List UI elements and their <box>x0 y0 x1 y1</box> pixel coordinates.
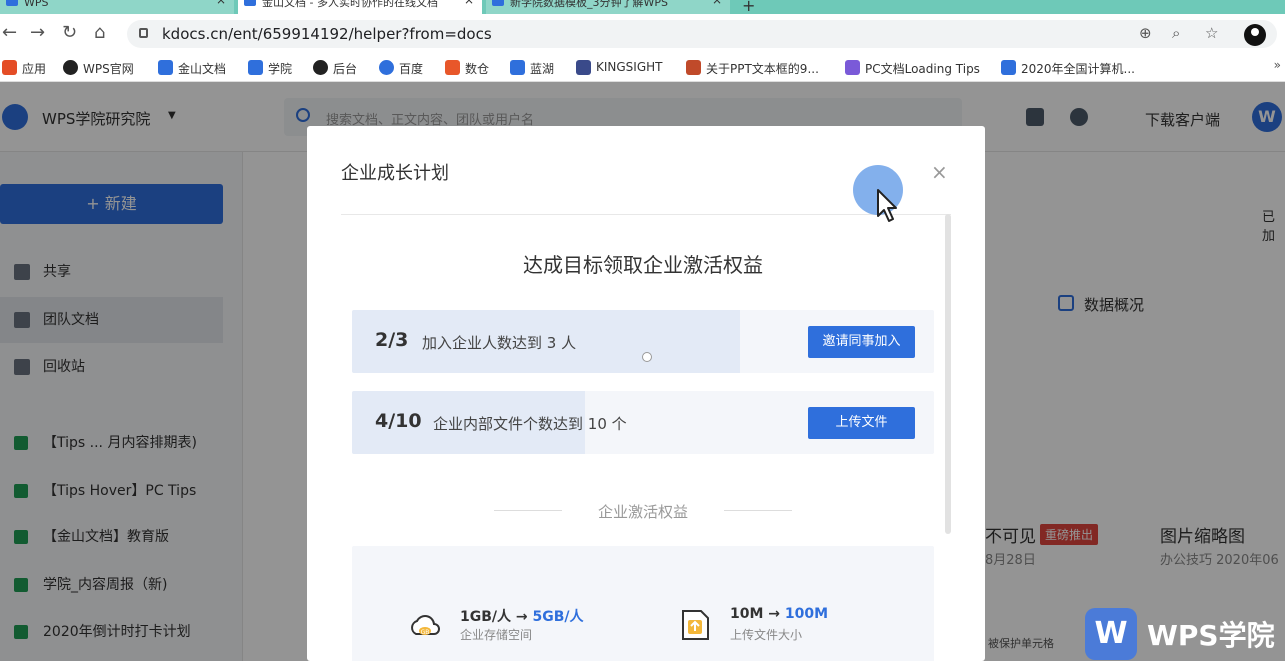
browser-tab[interactable]: 新学院数据模板_3分钟了解WPS × <box>486 0 730 14</box>
upload-file-icon <box>682 610 709 640</box>
goal-heading: 达成目标领取企业激活权益 <box>523 253 763 277</box>
tab-label: 金山文档 - 多人实时协作的在线文档 <box>262 0 438 9</box>
tab-label: WPS <box>24 0 49 9</box>
tab-favicon-icon <box>492 0 504 6</box>
bookmark-label: 后台 <box>333 62 358 76</box>
bookmark-label: KINGSIGHT <box>596 60 663 74</box>
task-invite-members: 2/3 加入企业人数达到 3 人 邀请同事加入 <box>352 310 934 373</box>
bookmark-favicon-icon <box>248 60 263 75</box>
bookmark-item[interactable]: 应用 <box>2 60 46 77</box>
bookmark-label: 金山文档 <box>178 62 227 76</box>
svg-text:GB: GB <box>421 629 430 636</box>
bookmark-favicon-icon <box>576 60 591 75</box>
lock-icon <box>642 352 652 362</box>
bookmark-item[interactable]: 蓝湖 <box>510 60 554 77</box>
browser-tabstrip: WPS × 金山文档 - 多人实时协作的在线文档 × 新学院数据模板_3分钟了解… <box>0 0 1285 15</box>
divider <box>724 510 792 511</box>
tab-favicon-icon <box>244 0 256 6</box>
install-icon[interactable]: ⊕ <box>1139 24 1152 42</box>
bookmark-item[interactable]: 2020年全国计算机... <box>1001 60 1135 77</box>
bookmark-star-icon[interactable]: ☆ <box>1205 24 1218 42</box>
bookmark-item[interactable]: 后台 <box>313 60 357 77</box>
bookmark-label: 学院 <box>268 62 293 76</box>
baidu-paw-icon <box>379 60 394 75</box>
wps-logo-icon: W <box>1085 608 1137 660</box>
invite-colleagues-button[interactable]: 邀请同事加入 <box>808 326 915 358</box>
benefit-value: 10M → 100M <box>730 606 829 622</box>
bookmarks-bar: 应用 WPS官网 金山文档 学院 后台 百度 数仓 蓝湖 KINGSIGHT 关… <box>0 54 1285 82</box>
bookmark-label: WPS官网 <box>83 62 134 76</box>
tab-close-icon[interactable]: × <box>216 0 226 6</box>
url-text: kdocs.cn/ent/659914192/helper?from=docs <box>162 25 492 43</box>
close-icon[interactable]: × <box>931 160 948 184</box>
bookmark-label: PC文档Loading Tips <box>865 62 980 76</box>
divider <box>341 214 951 215</box>
bookmark-item[interactable]: 金山文档 <box>158 60 226 77</box>
profile-avatar-icon[interactable] <box>1244 24 1266 46</box>
cloud-gb-icon: GB <box>411 615 440 636</box>
benefit-caption: 企业存储空间 <box>460 628 533 642</box>
benefit-value: 1GB/人 → 5GB/人 <box>460 609 584 625</box>
tab-close-icon[interactable]: × <box>464 0 474 6</box>
benefit-caption: 上传文件大小 <box>730 628 803 642</box>
bookmark-item[interactable]: KINGSIGHT <box>576 60 663 75</box>
task-count: 2/3 <box>375 329 409 351</box>
back-icon[interactable]: ← <box>2 22 17 43</box>
bookmark-item[interactable]: 学院 <box>248 60 292 77</box>
benefits-label: 企业激活权益 <box>597 503 688 521</box>
benefits-panel: GB 1GB/人 → 5GB/人 企业存储空间 10M → 100M 上传文件大… <box>352 546 934 661</box>
task-count: 4/10 <box>375 410 422 432</box>
lock-icon <box>139 28 148 38</box>
reload-icon[interactable]: ↻ <box>62 22 77 43</box>
browser-tab-active[interactable]: 金山文档 - 多人实时协作的在线文档 × <box>238 0 482 14</box>
bookmark-label: 蓝湖 <box>530 62 555 76</box>
bookmark-label: 2020年全国计算机... <box>1021 62 1135 76</box>
tab-close-icon[interactable]: × <box>712 0 722 6</box>
bookmark-item[interactable]: 百度 <box>379 60 423 77</box>
bookmark-favicon-icon <box>313 60 328 75</box>
bookmark-item[interactable]: PC文档Loading Tips <box>845 60 980 77</box>
dialog-title: 企业成长计划 <box>341 163 449 184</box>
bookmark-label: 数仓 <box>465 62 490 76</box>
bookmark-favicon-icon <box>445 60 460 75</box>
tab-label: 新学院数据模板_3分钟了解WPS <box>510 0 668 9</box>
bookmarks-overflow-icon[interactable]: » <box>1274 58 1281 72</box>
tab-favicon-icon <box>6 0 18 6</box>
bookmark-favicon-icon <box>845 60 860 75</box>
task-description: 加入企业人数达到 3 人 <box>422 334 577 352</box>
upload-files-button[interactable]: 上传文件 <box>808 407 915 439</box>
zoom-icon[interactable]: ⌕ <box>1172 24 1180 42</box>
browser-tab[interactable]: WPS × <box>0 0 234 14</box>
bookmark-favicon-icon <box>63 60 78 75</box>
new-tab-icon[interactable]: + <box>742 0 755 15</box>
bookmark-item[interactable]: WPS官网 <box>63 60 134 77</box>
address-bar[interactable]: kdocs.cn/ent/659914192/helper?from=docs … <box>127 20 1277 48</box>
bookmark-label: 百度 <box>399 62 424 76</box>
wps-academy-watermark: W WPS学院 <box>1085 606 1285 661</box>
bookmark-label: 关于PPT文本框的9... <box>706 62 819 76</box>
bookmark-favicon-icon <box>158 60 173 75</box>
watermark-text: WPS学院 <box>1147 619 1275 652</box>
bookmark-item[interactable]: 数仓 <box>445 60 489 77</box>
browser-toolbar: ← → ↻ ⌂ kdocs.cn/ent/659914192/helper?fr… <box>0 14 1285 54</box>
bookmark-favicon-icon <box>510 60 525 75</box>
bookmark-favicon-icon <box>686 60 701 75</box>
bookmark-favicon-icon <box>1001 60 1016 75</box>
bookmark-item[interactable]: 关于PPT文本框的9... <box>686 60 819 77</box>
home-icon[interactable]: ⌂ <box>94 22 105 43</box>
forward-icon[interactable]: → <box>30 22 45 43</box>
mouse-cursor-icon <box>877 189 897 222</box>
task-description: 企业内部文件个数达到 10 个 <box>433 415 627 433</box>
apps-grid-icon <box>2 60 17 75</box>
bookmark-label: 应用 <box>22 62 47 76</box>
task-upload-files: 4/10 企业内部文件个数达到 10 个 上传文件 <box>352 391 934 454</box>
